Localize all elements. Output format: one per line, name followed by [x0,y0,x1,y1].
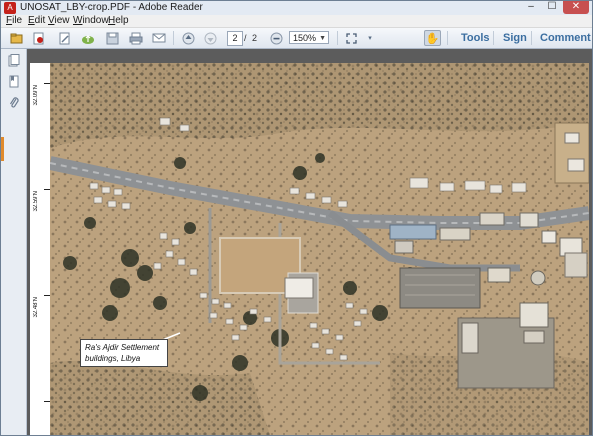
toolbar-separator [173,31,174,45]
email-icon[interactable] [152,31,166,45]
toolbar-separator [337,31,338,45]
map-callout: Ra's Ajdir Settlement buildings, Libya [80,339,168,367]
previous-page-icon[interactable] [181,31,195,45]
latitude-label: 32.48'N [33,297,39,318]
menu-bar: File Edit View Window Help [1,15,592,28]
chevron-down-icon: ▼ [319,35,326,42]
latitude-scale: 32.09'N 32.59'N 32.48'N [30,63,50,435]
tools-pane-button[interactable]: Tools [461,28,490,48]
satellite-imagery-svg [50,63,589,435]
hand-tool-button[interactable]: ✋ [424,30,441,46]
fit-page-icon[interactable] [344,31,358,45]
save-icon[interactable] [105,31,119,45]
window-title: UNOSAT_LBY-crop.PDF - Adobe Reader [20,2,203,13]
left-pane-resize-handle[interactable] [1,137,4,161]
east-structures [554,122,589,184]
toolbar-separator [531,31,532,45]
zoom-value: 150% [293,33,317,43]
attachments-paperclip-icon[interactable] [7,96,20,109]
page-thumbnails-icon[interactable] [7,54,20,67]
callout-line-1: Ra's Ajdir Settlement [85,343,160,352]
upload-cloud-icon[interactable] [81,31,95,45]
pdf-page: 32.09'N 32.59'N 32.48'N Ra's Ajdir Settl… [30,63,589,435]
page-separator: / [244,33,247,43]
callout-line-2: buildings, Libya [85,354,141,363]
satellite-image: Ra's Ajdir Settlement buildings, Libya [50,63,589,435]
hand-icon: ✋ [425,32,440,45]
sign-pane-button[interactable]: Sign [503,28,527,48]
toolbar-separator [447,31,448,45]
more-tools-chevron-icon[interactable]: ▾ [363,31,377,45]
maximize-button[interactable]: ☐ [542,1,562,14]
create-pdf-icon[interactable] [31,31,45,45]
page-number-input[interactable]: 2 [227,31,243,46]
navigation-pane [1,49,27,435]
print-icon[interactable] [129,31,143,45]
menu-edit[interactable]: Edit [28,15,45,27]
page-total: 2 [252,33,258,43]
latitude-label: 32.09'N [33,85,39,106]
parking-lot [399,267,481,309]
bookmarks-icon[interactable] [7,75,20,88]
toolbar-separator [493,31,494,45]
courtyard-building [284,277,314,299]
latitude-label: 32.59'N [33,191,39,212]
document-view[interactable]: 32.09'N 32.59'N 32.48'N Ra's Ajdir Settl… [27,49,592,435]
open-file-icon[interactable] [9,31,23,45]
edit-document-icon[interactable] [57,31,71,45]
adobe-reader-app-icon[interactable]: A [4,2,16,14]
adobe-reader-window: A UNOSAT_LBY-crop.PDF - Adobe Reader – ☐… [0,0,593,436]
menu-help[interactable]: Help [108,15,129,27]
menu-file[interactable]: File [6,15,22,27]
close-button[interactable]: ✕ [563,1,589,14]
zoom-level-select[interactable]: 150% ▼ [289,31,329,44]
menu-window[interactable]: Window [73,15,109,27]
next-page-icon[interactable] [203,31,217,45]
zoom-out-icon[interactable] [269,31,283,45]
comment-pane-button[interactable]: Comment [540,28,591,48]
menu-view[interactable]: View [48,15,70,27]
toolbar: 2 / 2 150% ▼ ▾ ✋ Tools Sign Comment [1,28,592,49]
title-bar: A UNOSAT_LBY-crop.PDF - Adobe Reader – ☐… [1,1,592,15]
minimize-button[interactable]: – [521,1,541,14]
facility-roof [389,224,437,240]
